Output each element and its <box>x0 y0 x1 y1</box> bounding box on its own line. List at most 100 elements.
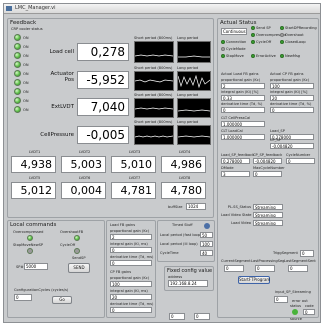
status-field-value: 0 <box>253 171 282 177</box>
timed-field[interactable]: 50 <box>200 232 213 238</box>
status-indicator-label: StopMove <box>226 54 244 58</box>
status-led-icon <box>14 61 21 68</box>
short-graph-ext-lvdt <box>134 98 174 118</box>
status-indicator[interactable]: Overshoot <box>280 33 304 37</box>
status-led-row: ON <box>14 52 29 59</box>
status-indicator[interactable]: Send SP <box>251 26 271 30</box>
last-processing-seg-label: LastProcessingSeg <box>251 259 285 263</box>
actual-gain-field: 0 <box>221 107 265 113</box>
command-toggle[interactable] <box>74 248 80 254</box>
bottom-field-1[interactable]: 0 <box>169 313 185 320</box>
actual-gain-field: 100 <box>270 83 314 89</box>
lvdt2-value: 5,003 <box>61 156 106 173</box>
load-gain-label: integral gain (Ki, ms) <box>110 242 148 246</box>
status-indicator-label: ClosedLoop <box>285 40 306 44</box>
mode-indicator: Continuous <box>221 28 247 35</box>
load-fb-gains-title: Load FB gains <box>110 223 136 227</box>
actuator-pos-label: Actuator Pos <box>50 71 75 83</box>
status-indicator-led-icon <box>280 26 284 30</box>
status-field-label: CP_SP <box>270 138 281 142</box>
timed-label: Local period (lil loop) <box>160 242 198 246</box>
lvdt1-value: 4,938 <box>11 156 56 173</box>
lvdt3-value: 5,010 <box>111 156 156 173</box>
buffer-size-label: buffSize <box>168 205 183 209</box>
status-indicator[interactable]: StopMove <box>221 54 244 58</box>
status-led-row: ON <box>14 34 29 41</box>
go-button[interactable]: Go <box>52 296 72 304</box>
input-sp-streaming-field[interactable]: 0 <box>274 296 288 303</box>
status-indicator[interactable]: Connection <box>221 40 246 44</box>
timed-field[interactable]: 40 <box>200 250 213 256</box>
load-gain-label: derivative time (Td, ms) <box>110 255 154 259</box>
status-indicator[interactable]: NewMsg <box>280 54 300 58</box>
start-ft-program-button[interactable]: StartFTProgram <box>238 276 270 284</box>
status-indicator[interactable]: ClosedLoop <box>280 40 306 44</box>
fixed-config-title: Fixed config value <box>167 268 213 274</box>
status-led-label: ON <box>23 107 29 112</box>
status-led-icon <box>14 52 21 59</box>
status-field-value: 1,000000 <box>221 121 265 127</box>
status-indicator[interactable]: CycleMode <box>221 47 246 51</box>
status-indicator-led-icon <box>251 33 255 37</box>
status-indicator-led-icon <box>221 40 225 44</box>
load-gain-field[interactable]: 0 <box>110 247 152 253</box>
cp-gain-field[interactable]: 100 <box>110 281 152 287</box>
lvdt8-label: LVDT8 <box>179 176 191 180</box>
load-gain-field[interactable]: 2 <box>110 234 152 240</box>
status-led-label: ON <box>23 89 29 94</box>
lvdt7-label: LVDT7 <box>129 176 141 180</box>
sp-field[interactable]: 5000 <box>24 263 48 270</box>
status-indicator[interactable]: ErrorActive <box>251 54 276 58</box>
status-field-value: -0,004820 <box>253 158 282 164</box>
status-led-icon <box>14 79 21 86</box>
bottom-field-2[interactable]: 0 <box>194 313 210 320</box>
fixed-config-panel: Fixed config value address 192.168.8.24 <box>164 266 214 291</box>
command-toggle[interactable] <box>27 248 33 254</box>
actual-lc-gains-title: Actual Load FB gains <box>221 72 259 76</box>
load-gain-field[interactable]: 0 <box>110 260 152 266</box>
cp-gain-label: proportional gain (Kc) <box>110 276 150 280</box>
status-field-value: -0,004820 <box>270 143 314 149</box>
status-indicator-led-icon <box>251 40 255 44</box>
lvdt6-label: LVDT6 <box>79 176 91 180</box>
timed-stuff-title: Timed Stuff <box>172 223 193 227</box>
last-processing-seg-field: 0 <box>255 265 275 272</box>
status-indicator[interactable]: StartDPRecording <box>280 26 317 30</box>
cell-pressure-label: CellPressure <box>40 132 74 138</box>
command-toggle-label: Overcompressed <box>13 230 44 234</box>
actual-cp-gains-title: Actual CP FB gains <box>270 72 304 76</box>
cp-gain-field[interactable]: 0 <box>110 307 152 313</box>
status-led-icon <box>14 70 21 77</box>
status-field-label: CLT LoadCal <box>221 129 243 133</box>
command-toggle[interactable] <box>74 235 80 241</box>
cp-fb-gains-title: CP FB gains <box>110 270 132 274</box>
command-toggle-label: CycleOff <box>60 243 76 247</box>
error-status-label: status <box>290 304 302 308</box>
actual-gain-field: 0 <box>270 107 314 113</box>
command-toggle-label: StopMoveNewSP <box>13 243 44 247</box>
graph-label-long-3: Long period <box>177 93 199 97</box>
status-led-row: ON <box>14 70 29 77</box>
send-sp-label: SendSP <box>72 256 86 260</box>
status-led-label: ON <box>23 71 29 76</box>
cp-gain-field[interactable]: 20 <box>110 294 152 300</box>
short-graph-actuator <box>134 71 174 91</box>
command-toggle[interactable] <box>27 235 33 241</box>
leds-header: CRP cooler status <box>11 27 43 31</box>
address-field[interactable]: 192.168.8.24 <box>168 280 208 287</box>
send-button[interactable]: SEND <box>68 263 90 273</box>
status-indicator[interactable]: CycleOff <box>251 40 271 44</box>
lvdt2-label: LVDT2 <box>79 150 91 154</box>
timed-field[interactable]: 100 <box>200 241 213 247</box>
status-led-row: ON <box>14 106 29 113</box>
config-cycles-field[interactable]: 0 <box>14 294 32 301</box>
error-code-label: code <box>305 304 314 308</box>
status-field-label: CLT CellPressCal <box>221 116 251 120</box>
stream-state-label: PL-SS_Status <box>227 205 251 209</box>
status-field-value: 0,278000 <box>221 158 250 164</box>
status-led-icon <box>14 88 21 95</box>
status-led-icon <box>14 43 21 50</box>
status-indicator-label: CycleMode <box>226 47 246 51</box>
status-led-label: ON <box>23 98 29 103</box>
buffer-size-field[interactable]: 1024 <box>186 203 206 210</box>
